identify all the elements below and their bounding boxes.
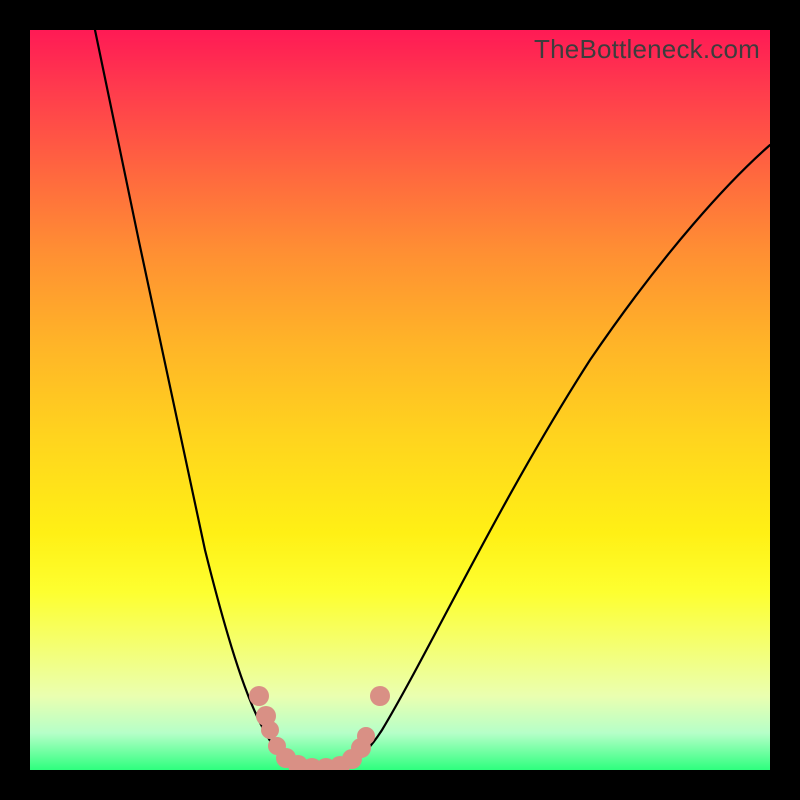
- curve-left: [95, 30, 300, 767]
- marker-group: [249, 686, 390, 770]
- marker-dot: [249, 686, 269, 706]
- chart-frame: TheBottleneck.com: [0, 0, 800, 800]
- curve-right: [338, 145, 770, 767]
- chart-plot-area: TheBottleneck.com: [30, 30, 770, 770]
- marker-dot: [370, 686, 390, 706]
- marker-dot: [261, 721, 279, 739]
- chart-overlay-svg: [30, 30, 770, 770]
- marker-dot: [357, 727, 375, 745]
